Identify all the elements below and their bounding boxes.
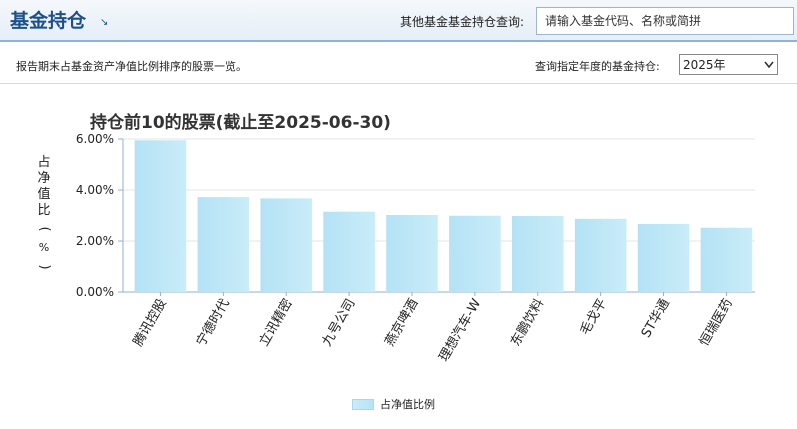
bar (511, 216, 564, 292)
bar (449, 215, 501, 292)
y-tick-label: 4.00% (76, 183, 114, 197)
bar (197, 197, 250, 292)
legend-label: 占净值比例 (380, 398, 435, 411)
x-tick-label: 立讯精密 (256, 296, 296, 349)
x-tick-label: 燕京啤酒 (382, 297, 421, 350)
x-tick-label: ST华通 (639, 297, 673, 341)
bar (323, 211, 375, 292)
bar (574, 218, 627, 292)
x-tick-label: 理想汽车-W (436, 296, 485, 364)
y-tick-label: 0.00% (76, 285, 114, 299)
x-tick-label: 九号公司 (320, 297, 359, 350)
x-tick-label: 宁德时代 (193, 296, 233, 349)
x-tick-label: 恒瑞医药 (697, 297, 736, 350)
x-tick-label: 毛戈平 (578, 297, 610, 338)
x-tick-label: 东鹏饮料 (508, 297, 547, 350)
legend-swatch (352, 398, 374, 410)
x-tick-label: 腾讯控股 (130, 296, 170, 349)
bar (637, 223, 690, 292)
y-tick-label: 2.00% (76, 234, 114, 248)
bar (134, 140, 187, 292)
bar-chart: 0.00% 2.00% 4.00% 6.00% 腾讯控股 宁德时代 立讯精密 九号公司 燕京啤酒… (76, 132, 755, 364)
y-tick-label: 6.00% (76, 132, 114, 146)
bar (260, 198, 312, 292)
bar (700, 227, 753, 292)
chart-legend[interactable]: 占净值比例 (352, 396, 435, 412)
bar (386, 214, 438, 292)
